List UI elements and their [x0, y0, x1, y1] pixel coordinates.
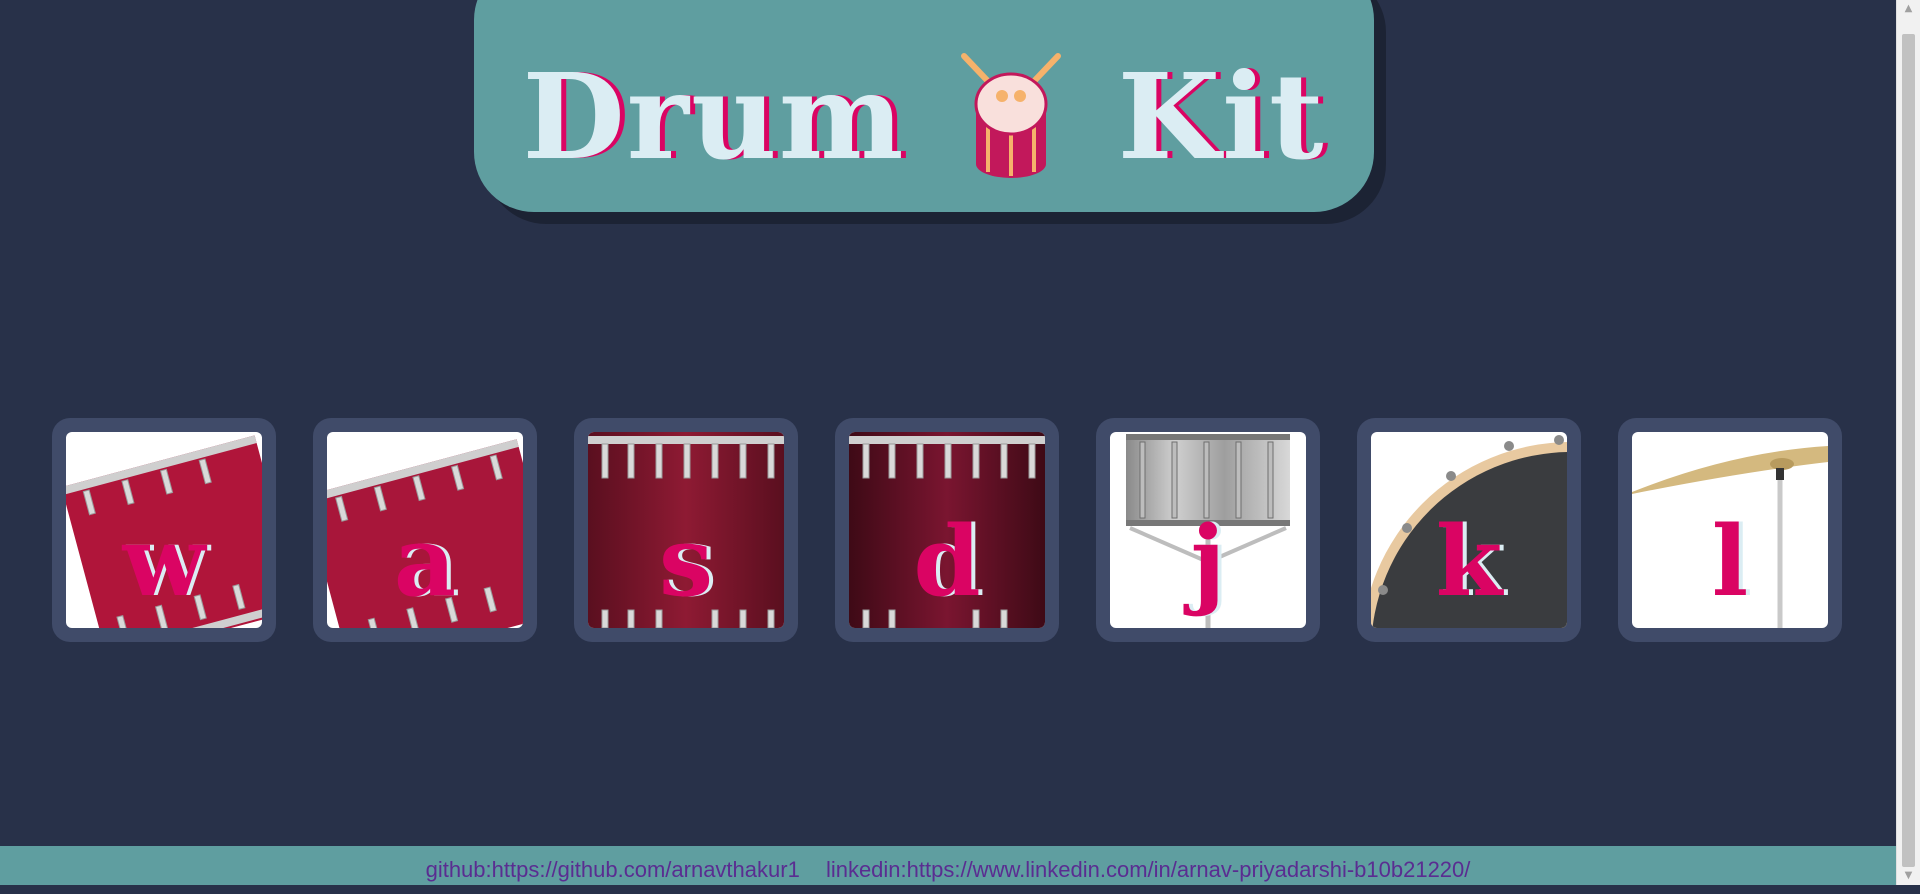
- cymbal-tile[interactable]: l: [1632, 432, 1828, 628]
- linkedin-link[interactable]: linkedin:https://www.linkedin.com/in/arn…: [826, 857, 1470, 882]
- drum-key-j[interactable]: j: [1096, 418, 1320, 642]
- scrollbar-thumb[interactable]: [1902, 34, 1915, 867]
- drum-keys: w a s d j k l: [52, 418, 1842, 642]
- snare-drum-tile[interactable]: j: [1110, 432, 1306, 628]
- tom-drum-tile[interactable]: a: [327, 432, 523, 628]
- drum-key-k[interactable]: k: [1357, 418, 1581, 642]
- footer: github:https://github.com/arnavthakur1 l…: [0, 846, 1896, 885]
- key-letter: k: [1435, 505, 1503, 618]
- key-letter: d: [913, 505, 981, 618]
- title-word-drum: Drum: [522, 47, 906, 186]
- tom-drum-tile[interactable]: s: [588, 432, 784, 628]
- title-word-kit: Kit: [1117, 47, 1326, 186]
- tom-drum-tile[interactable]: d: [849, 432, 1045, 628]
- key-letter: w: [122, 505, 206, 618]
- title-banner: Drum Kit: [474, 0, 1374, 212]
- drum-key-w[interactable]: w: [52, 418, 276, 642]
- tom-drum-tile[interactable]: w: [66, 432, 262, 628]
- drum-key-d[interactable]: d: [835, 418, 1059, 642]
- drum-key-l[interactable]: l: [1618, 418, 1842, 642]
- key-letter: s: [658, 505, 714, 618]
- drum-icon: [960, 53, 1061, 178]
- key-letter: a: [393, 505, 457, 618]
- drum-key-s[interactable]: s: [574, 418, 798, 642]
- key-letter: l: [1711, 505, 1749, 618]
- scroll-down-arrow-icon[interactable]: ▼: [1897, 867, 1920, 885]
- drum-key-a[interactable]: a: [313, 418, 537, 642]
- scroll-up-arrow-icon[interactable]: ▲: [1897, 0, 1920, 18]
- key-letter: j: [1190, 505, 1226, 618]
- github-link[interactable]: github:https://github.com/arnavthakur1: [426, 857, 800, 882]
- kick-drum-tile[interactable]: k: [1371, 432, 1567, 628]
- vertical-scrollbar[interactable]: ▲ ▼: [1896, 0, 1920, 885]
